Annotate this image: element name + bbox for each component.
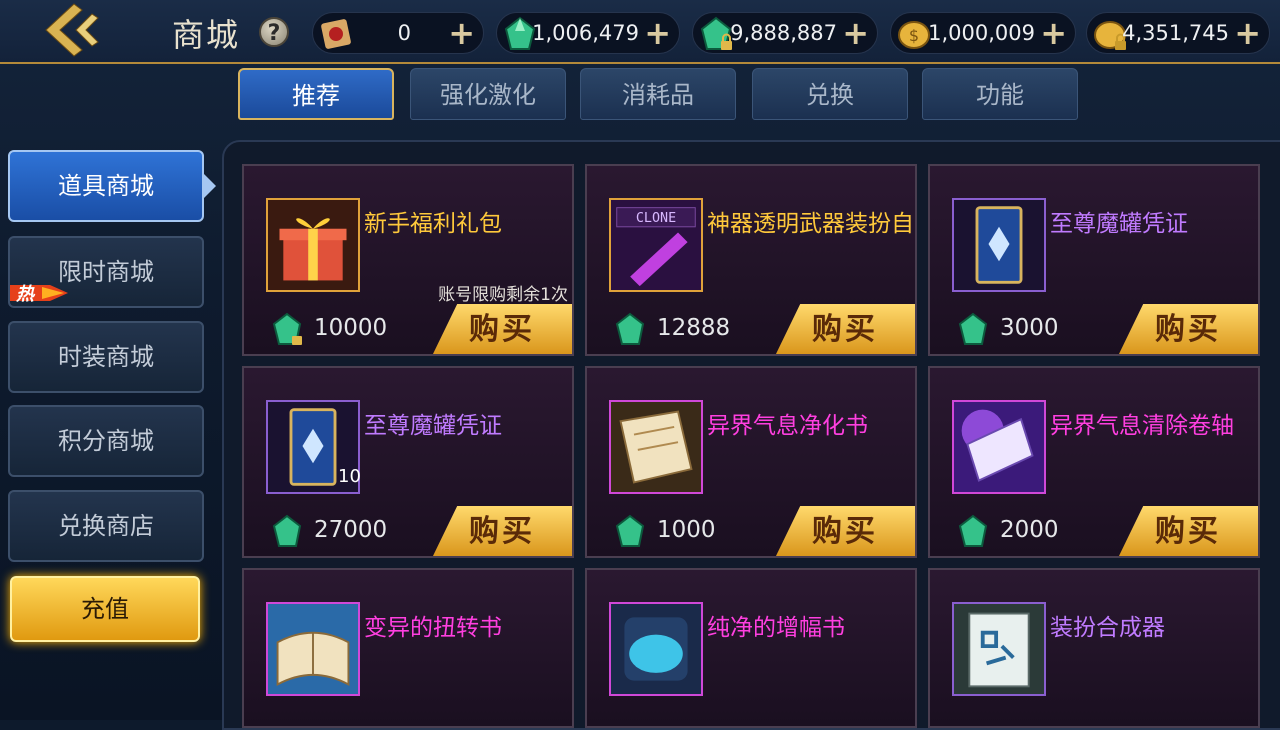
help-icon[interactable]: ?	[259, 17, 289, 47]
magic-scroll-icon	[954, 402, 1044, 492]
back-button[interactable]	[40, 2, 110, 58]
gift-box-icon	[268, 200, 358, 290]
product-thumbnail	[609, 602, 703, 696]
currency-gem: 1,006,479 +	[496, 12, 680, 54]
add-currency-button[interactable]: +	[842, 15, 869, 51]
add-currency-button[interactable]: +	[644, 15, 671, 51]
product-card[interactable]: 新手福利礼包 账号限购剩余1次 10000 购买	[242, 164, 574, 356]
product-name: 神器透明武器装扮自选	[707, 211, 917, 237]
product-name: 异界气息净化书	[707, 413, 868, 439]
product-thumbnail	[266, 602, 360, 696]
buy-button[interactable]: 购买	[432, 304, 572, 354]
page-title: 商城	[172, 16, 241, 54]
add-currency-button[interactable]: +	[1234, 15, 1261, 51]
product-card[interactable]: 变异的扭转书	[242, 568, 574, 728]
svg-text:CLONE: CLONE	[636, 211, 676, 226]
product-card[interactable]: CLONE 神器透明武器装扮自选 12888 购买	[585, 164, 917, 356]
tab-functions[interactable]: 功能	[922, 68, 1078, 120]
product-price: 12888	[657, 315, 731, 341]
blue-orb-icon	[611, 604, 701, 694]
product-thumbnail: CLONE	[609, 198, 703, 292]
green-gem-icon	[958, 514, 988, 547]
currency-value: 0	[397, 21, 411, 45]
product-name: 至尊魔罐凭证	[364, 413, 502, 439]
product-card[interactable]: 异界气息清除卷轴 2000 购买	[928, 366, 1260, 558]
svg-text:$: $	[909, 26, 919, 45]
voucher-card-icon	[954, 200, 1044, 290]
product-card[interactable]: 装扮合成器	[928, 568, 1260, 728]
clone-weapon-icon: CLONE	[611, 200, 701, 290]
buy-button[interactable]: 购买	[1118, 304, 1258, 354]
sidebar-item-fashion-shop[interactable]: 时装商城	[8, 321, 204, 393]
recharge-button[interactable]: 充值	[10, 576, 200, 642]
product-name: 新手福利礼包	[364, 211, 502, 237]
buy-button[interactable]: 购买	[775, 304, 915, 354]
product-card[interactable]: 异界气息净化书 1000 购买	[585, 366, 917, 558]
back-arrow-icon	[45, 3, 99, 57]
product-name: 纯净的增幅书	[707, 615, 845, 641]
product-thumbnail	[952, 198, 1046, 292]
green-gem-icon	[958, 312, 988, 345]
scroll-icon	[611, 402, 701, 492]
synthesizer-icon	[954, 604, 1044, 694]
tab-consumables[interactable]: 消耗品	[580, 68, 736, 120]
currency-gold: $ 1,000,009 +	[890, 12, 1076, 54]
tab-enhance[interactable]: 强化激化	[410, 68, 566, 120]
product-price: 10000	[314, 315, 388, 341]
currency-value: 4,351,745	[1122, 21, 1229, 45]
buy-button[interactable]: 购买	[775, 506, 915, 556]
book-icon	[268, 604, 358, 694]
sidebar-item-points-shop[interactable]: 积分商城	[8, 405, 204, 477]
tab-exchange[interactable]: 兑换	[752, 68, 908, 120]
product-price: 3000	[1000, 315, 1059, 341]
currency-locked-gem: 9,888,887 +	[692, 12, 878, 54]
product-quantity: 10	[338, 466, 361, 487]
buy-button[interactable]: 购买	[1118, 506, 1258, 556]
product-thumbnail	[952, 400, 1046, 494]
green-gem-icon	[272, 514, 302, 547]
locked-green-gem-icon	[272, 312, 302, 345]
currency-value: 9,888,887	[730, 21, 837, 45]
currency-value: 1,006,479	[532, 21, 639, 45]
sidebar-item-exchange-store[interactable]: 兑换商店	[8, 490, 204, 562]
add-currency-button[interactable]: +	[1040, 15, 1067, 51]
product-card[interactable]: 纯净的增幅书	[585, 568, 917, 728]
purchase-limit-note: 账号限购剩余1次	[438, 285, 568, 305]
product-name: 装扮合成器	[1050, 615, 1165, 641]
green-gem-icon	[615, 312, 645, 345]
currency-ticket: 0 +	[312, 12, 484, 54]
product-thumbnail	[266, 198, 360, 292]
product-thumbnail	[952, 602, 1046, 696]
top-bar: 商城 ? 0 + 1,006,479 + 9,888,887 + $ 1,000…	[0, 0, 1280, 64]
product-price: 27000	[314, 517, 388, 543]
currency-locked-gold: 4,351,745 +	[1086, 12, 1270, 54]
green-gem-icon	[615, 514, 645, 547]
product-name: 至尊魔罐凭证	[1050, 211, 1188, 237]
active-indicator-icon	[204, 174, 216, 198]
hot-badge-label: 热	[16, 284, 34, 305]
sidebar-item-item-shop[interactable]: 道具商城	[8, 150, 204, 222]
product-price: 1000	[657, 517, 716, 543]
product-card[interactable]: 至尊魔罐凭证 3000 购买	[928, 164, 1260, 356]
currency-value: 1,000,009	[928, 21, 1035, 45]
product-card[interactable]: 10 至尊魔罐凭证 27000 购买	[242, 366, 574, 558]
product-name: 异界气息清除卷轴	[1050, 413, 1234, 439]
product-thumbnail	[609, 400, 703, 494]
hot-badge: 热	[10, 279, 70, 307]
add-currency-button[interactable]: +	[448, 15, 475, 51]
product-price: 2000	[1000, 517, 1059, 543]
red-ticket-icon	[321, 19, 351, 49]
buy-button[interactable]: 购买	[432, 506, 572, 556]
tab-recommended[interactable]: 推荐	[238, 68, 394, 120]
product-name: 变异的扭转书	[364, 615, 502, 641]
